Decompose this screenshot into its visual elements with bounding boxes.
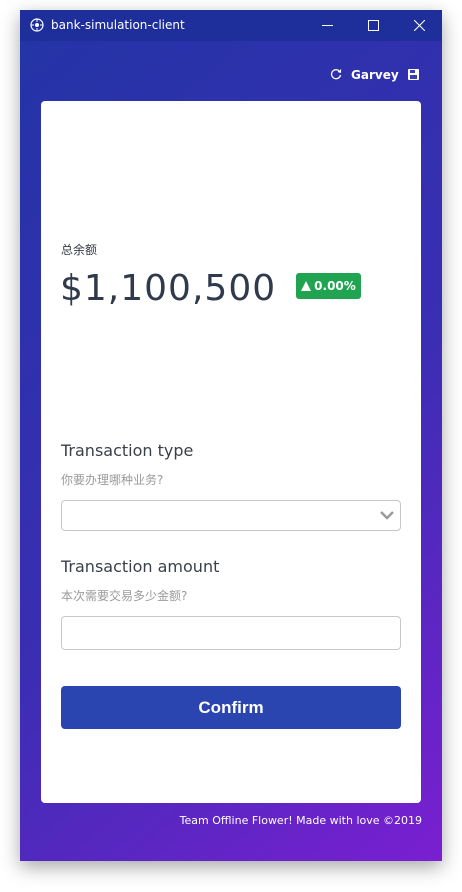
change-badge: 0.00%	[296, 273, 361, 299]
transaction-amount-subtitle: 本次需要交易多少金额?	[61, 589, 188, 603]
maximize-button[interactable]	[350, 10, 396, 41]
minimize-button[interactable]	[304, 10, 350, 41]
confirm-button[interactable]: Confirm	[61, 686, 401, 729]
app-window: bank-simulation-client Garvey 总余额 $1,100…	[20, 10, 442, 861]
minimize-icon	[321, 25, 333, 26]
close-icon	[413, 20, 425, 31]
footer-text: Team Offline Flower! Made with love ©201…	[179, 814, 422, 827]
transaction-amount-title: Transaction amount	[61, 557, 220, 576]
change-value: 0.00%	[314, 279, 356, 293]
balance-amount: $1,100,500	[60, 268, 277, 309]
save-icon[interactable]	[408, 69, 419, 80]
username[interactable]: Garvey	[351, 68, 399, 82]
close-button[interactable]	[396, 10, 442, 41]
main-card: 总余额 $1,100,500 0.00% Transaction type 你要…	[41, 101, 421, 803]
maximize-icon	[367, 20, 379, 31]
transaction-type-title: Transaction type	[61, 441, 194, 460]
chevron-down-icon	[380, 511, 394, 520]
balance-label: 总余额	[61, 243, 98, 257]
refresh-icon[interactable]	[330, 68, 342, 80]
title-bar[interactable]: bank-simulation-client	[20, 10, 442, 41]
transaction-type-select[interactable]	[61, 500, 401, 531]
app-icon	[30, 18, 44, 32]
window-title: bank-simulation-client	[51, 18, 185, 32]
triangle-up-icon	[301, 281, 312, 291]
transaction-amount-input[interactable]	[61, 616, 401, 650]
transaction-type-subtitle: 你要办理哪种业务?	[61, 473, 164, 487]
